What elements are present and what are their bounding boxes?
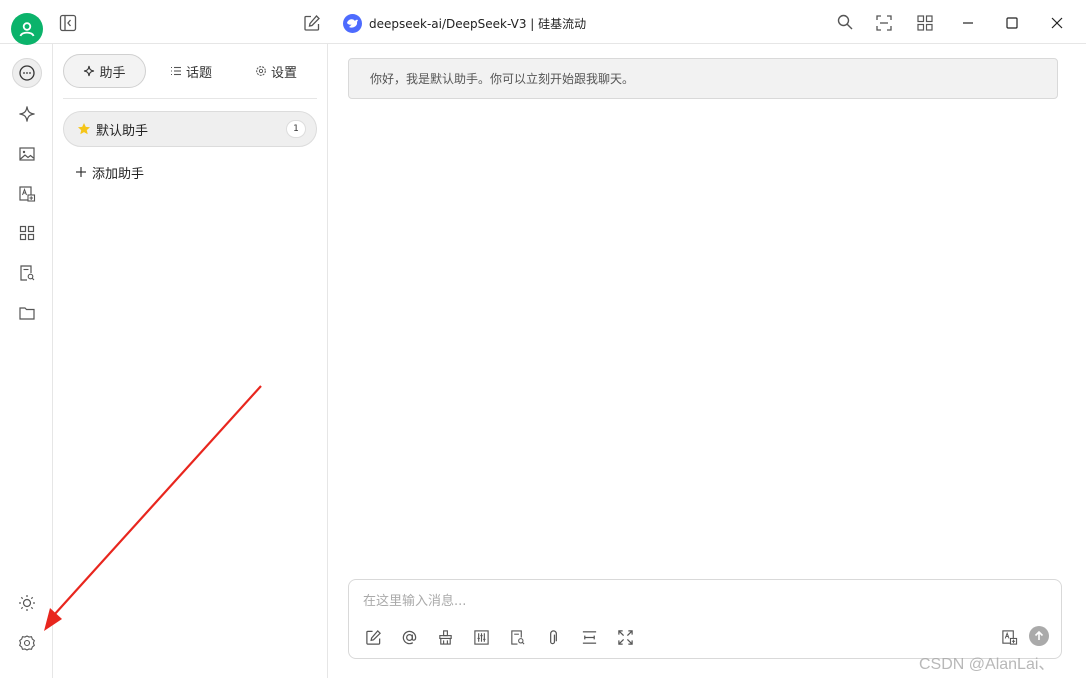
rail-assistants[interactable] [12,99,42,129]
divider-icon[interactable] [579,627,599,647]
rail-knowledge[interactable] [12,258,42,288]
image-icon [19,147,35,161]
assistant-panel: 助手 话题 设置 默认助手 1 添加助手 [53,44,328,678]
assistant-name: 默认助手 [96,123,149,139]
assistant-greeting-message: 你好，我是默认助手。你可以立刻开始跟我聊天。 [348,58,1058,99]
rail-translate[interactable] [12,179,42,209]
tab-label: 设置 [270,65,297,81]
tab-assistants[interactable]: 助手 [63,54,146,88]
watermark: CSDN @AlanLai、 [919,656,1055,673]
sparkle-icon [84,65,95,77]
clear-icon[interactable] [435,627,455,647]
new-topic-icon[interactable] [363,627,383,647]
theme-icon [19,595,35,611]
translate-icon [19,186,36,202]
title-bar: deepseek-ai/DeepSeek-V3 | 硅基流动 [0,0,1086,45]
message-input[interactable] [363,590,1023,612]
model-selector[interactable]: deepseek-ai/DeepSeek-V3 | 硅基流动 [343,13,586,33]
topic-count-badge: 1 [286,120,306,138]
divider [63,98,317,99]
rail-apps[interactable] [12,218,42,248]
tab-settings[interactable]: 设置 [243,54,309,88]
chat-icon [19,65,35,81]
add-assistant-label: 添加助手 [92,166,145,182]
send-button[interactable] [1029,626,1049,646]
edit-icon[interactable] [302,13,322,33]
user-avatar[interactable] [11,13,43,45]
fullscreen-icon[interactable] [615,627,635,647]
deepseek-logo-icon [343,13,362,33]
minimize-icon[interactable] [958,13,978,33]
app-window: deepseek-ai/DeepSeek-V3 | 硅基流动 助手 话题 设置 … [0,0,1086,678]
tab-label: 话题 [185,65,212,81]
scan-icon[interactable] [874,13,894,33]
rail-theme[interactable] [12,588,42,618]
star-icon [78,123,90,135]
settings-sliders-icon[interactable] [471,627,491,647]
add-assistant-button[interactable]: 添加助手 [75,162,144,182]
model-name: deepseek-ai/DeepSeek-V3 | 硅基流动 [369,16,587,31]
sidebar-toggle-icon[interactable] [58,13,78,33]
attachment-icon[interactable] [543,627,563,647]
sparkle-icon [19,106,35,122]
rail-chat[interactable] [12,58,42,88]
maximize-icon[interactable] [1002,13,1022,33]
rail-settings[interactable] [12,628,42,658]
rail-files[interactable] [12,298,42,328]
apps-icon [19,225,35,241]
tab-label: 助手 [99,65,126,81]
tab-topics[interactable]: 话题 [158,54,224,88]
rail-images[interactable] [12,139,42,169]
assistant-item-default[interactable]: 默认助手 1 [63,111,317,147]
close-icon[interactable] [1047,13,1067,33]
web-search-icon[interactable] [507,627,527,647]
apps-icon[interactable] [915,13,935,33]
translate-icon[interactable] [999,627,1019,647]
file-search-icon [20,265,35,281]
mention-icon[interactable] [399,627,419,647]
settings-icon [19,635,35,651]
user-avatar-icon [19,22,35,37]
message-composer [348,579,1062,659]
search-icon[interactable] [835,12,855,32]
gear-icon [256,66,266,76]
arrow-up-icon [1034,630,1044,640]
plus-icon [76,167,86,177]
list-icon [170,66,181,76]
folder-icon [19,307,35,320]
nav-rail [0,44,53,678]
